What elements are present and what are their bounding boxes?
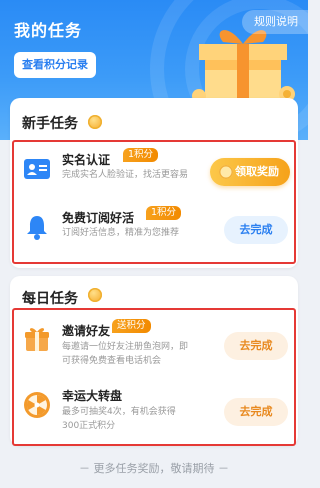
go-complete-button[interactable]: 去完成 — [224, 216, 288, 244]
section-title-daily: 每日任务 — [22, 291, 78, 307]
task-row-invite: 邀请好友 送积分 每邀请一位好友注册鱼泡网，即 可获得免费查看电话机会 去完成 — [10, 316, 298, 374]
gift-box-icon — [25, 328, 49, 351]
task-desc: 完成实名人脸验证，找活更容易 — [62, 170, 189, 180]
go-complete-button[interactable]: 去完成 — [224, 398, 288, 426]
points-tag: 1积分 — [146, 206, 182, 220]
newbie-task-card: 新手任务 实名认证 1积分 完成实名人脸验证，找活更容易 领取奖励 免费订阅好活… — [10, 98, 298, 268]
task-name: 幸运大转盘 — [62, 389, 123, 403]
bell-icon — [27, 216, 47, 240]
task-desc: 最多可抽奖4次，有机会获得 300正式积分 — [62, 405, 176, 433]
coin-icon — [88, 115, 102, 129]
task-desc-line: 可获得免费查看电话机会 — [62, 356, 162, 366]
lucky-wheel-icon — [24, 392, 50, 418]
task-name: 免费订阅好活 — [62, 211, 135, 225]
points-record-button[interactable]: 查看积分记录 — [14, 52, 96, 78]
points-tag: 送积分 — [112, 319, 151, 333]
task-desc-line: 300正式积分 — [62, 421, 116, 431]
task-desc: 每邀请一位好友注册鱼泡网，即 可获得免费查看电话机会 — [62, 340, 188, 368]
task-desc: 订阅好活信息，精准为您推荐 — [62, 228, 180, 238]
task-row-lucky-wheel: 幸运大转盘 最多可抽奖4次，有机会获得 300正式积分 去完成 — [10, 382, 298, 440]
page-title: 我的任务 — [14, 21, 83, 40]
points-tag: 1积分 — [123, 148, 159, 162]
section-title-newbie: 新手任务 — [22, 116, 78, 132]
task-row-subscribe: 免费订阅好活 1积分 订阅好活信息，精准为您推荐 去完成 — [10, 204, 298, 254]
task-name: 邀请好友 — [62, 324, 111, 338]
coin-icon — [219, 165, 233, 179]
coin-icon — [88, 288, 102, 302]
task-desc-line: 每邀请一位好友注册鱼泡网，即 — [62, 342, 189, 352]
rules-button[interactable]: 规则说明 — [242, 10, 308, 34]
claim-reward-button[interactable]: 领取奖励 — [210, 158, 290, 186]
task-desc-line: 最多可抽奖4次，有机会获得 — [62, 407, 176, 417]
task-row-real-name: 实名认证 1积分 完成实名人脸验证，找活更容易 领取奖励 — [10, 146, 298, 196]
task-name: 实名认证 — [62, 153, 111, 167]
go-complete-button[interactable]: 去完成 — [224, 332, 288, 360]
id-card-icon — [24, 159, 50, 179]
daily-task-card: 每日任务 邀请好友 送积分 每邀请一位好友注册鱼泡网，即 可获得免费查看电话机会… — [10, 276, 298, 446]
footer-note: － 更多任务奖励，敬请期待 － — [79, 462, 229, 475]
